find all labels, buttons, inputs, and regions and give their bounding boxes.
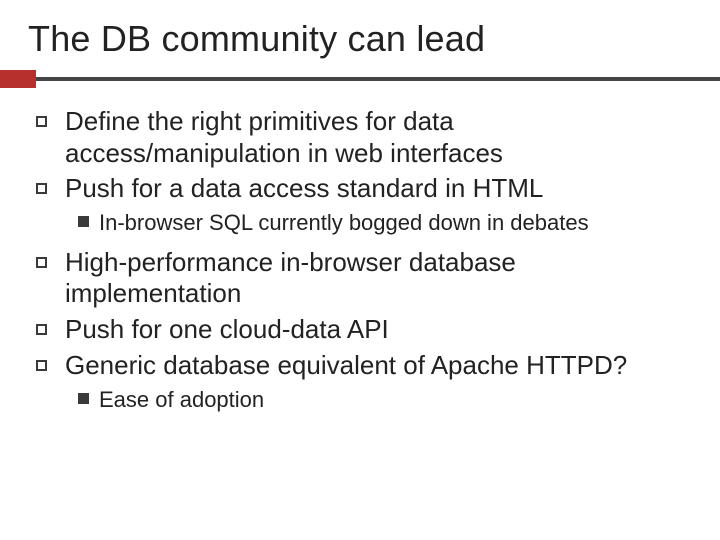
list-item: High-performance in-browser database imp… xyxy=(36,247,692,310)
list-item: In-browser SQL currently bogged down in … xyxy=(78,209,692,237)
list-item-text: Ease of adoption xyxy=(99,386,264,414)
accent-block xyxy=(0,70,36,88)
square-bullet-icon xyxy=(36,324,47,335)
list-item-text: Generic database equivalent of Apache HT… xyxy=(65,350,627,382)
square-bullet-icon xyxy=(36,116,47,127)
title-rule xyxy=(0,70,720,88)
bullet-list: Define the right primitives for data acc… xyxy=(36,106,692,413)
list-item: Push for a data access standard in HTML xyxy=(36,173,692,205)
sub-list: In-browser SQL currently bogged down in … xyxy=(78,209,692,237)
list-item: Define the right primitives for data acc… xyxy=(36,106,692,169)
list-item-text: Define the right primitives for data acc… xyxy=(65,106,692,169)
page-title: The DB community can lead xyxy=(28,18,692,60)
horizontal-rule xyxy=(36,77,720,81)
list-item-text: High-performance in-browser database imp… xyxy=(65,247,692,310)
list-item-text: In-browser SQL currently bogged down in … xyxy=(99,209,589,237)
filled-square-bullet-icon xyxy=(78,393,89,404)
list-item: Generic database equivalent of Apache HT… xyxy=(36,350,692,382)
filled-square-bullet-icon xyxy=(78,216,89,227)
list-item: Push for one cloud-data API xyxy=(36,314,692,346)
list-item-text: Push for a data access standard in HTML xyxy=(65,173,543,205)
sub-list: Ease of adoption xyxy=(78,386,692,414)
square-bullet-icon xyxy=(36,360,47,371)
slide: The DB community can lead Define the rig… xyxy=(0,0,720,540)
list-item-text: Push for one cloud-data API xyxy=(65,314,389,346)
list-item: Ease of adoption xyxy=(78,386,692,414)
square-bullet-icon xyxy=(36,257,47,268)
square-bullet-icon xyxy=(36,183,47,194)
